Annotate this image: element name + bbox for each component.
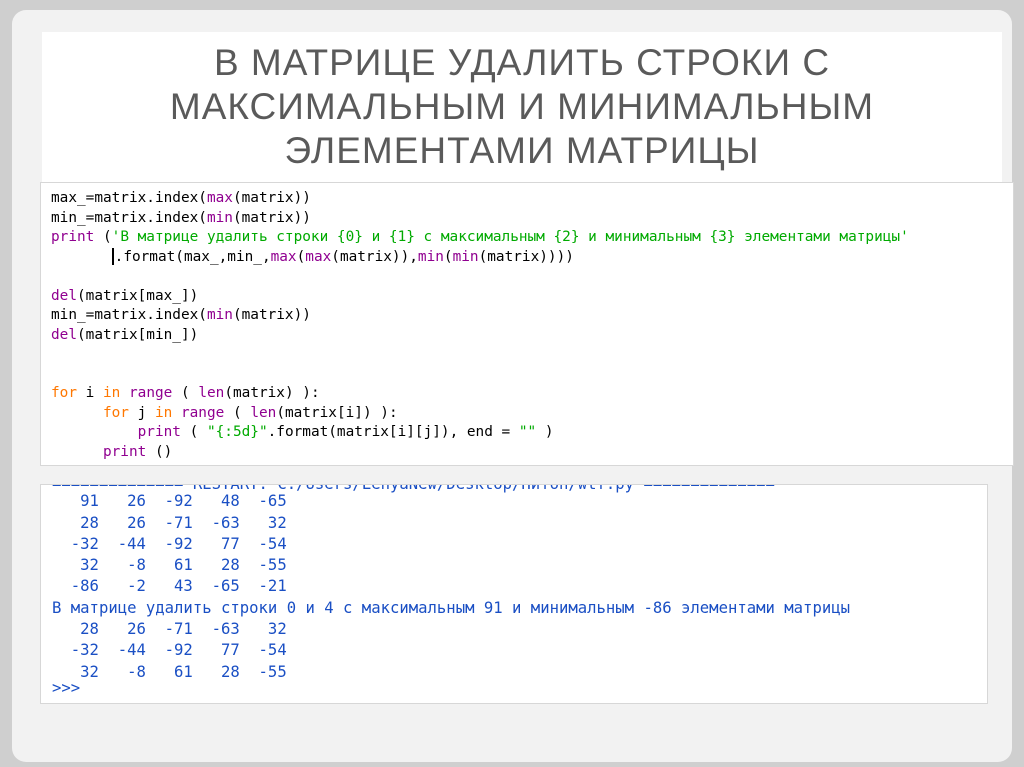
output-line: 28 26 -71 -63 32 [52, 513, 287, 532]
string-token: "{:5d}" [206, 424, 268, 440]
code-token: (matrix)) [232, 209, 311, 226]
builtin-token: min [452, 248, 479, 265]
code-line-11: for i in range ( len(matrix) ): [51, 384, 1013, 404]
text-cursor [111, 248, 114, 265]
code-token: ( [94, 229, 112, 245]
restart-banner: ============== RESTART: C:/Users/LenyaNe… [52, 484, 775, 493]
code-token: (matrix[min_]) [77, 326, 199, 343]
code-token: min_=matrix.index( [51, 209, 207, 226]
output-line: 28 26 -71 -63 32 [52, 620, 287, 639]
shell-prompt[interactable]: >>> [52, 678, 987, 699]
string-token: 'В матрице удалить строки {0} и {1} с ма… [111, 229, 909, 245]
shell-output[interactable]: ============== RESTART: C:/Users/LenyaNe… [40, 484, 988, 704]
code-token: (matrix)), [331, 248, 418, 265]
code-token: (matrix)))) [478, 248, 574, 265]
code-token: ( [296, 248, 306, 265]
keyword-token: in [103, 385, 121, 401]
code-token: max_=matrix.index( [51, 190, 207, 206]
code-line-1: max_=matrix.index(max(matrix)) [51, 189, 1013, 209]
builtin-token: max [206, 190, 233, 206]
code-token: ( [180, 424, 207, 440]
code-line-12: for j in range ( len(matrix[i]) ): [51, 404, 1013, 424]
builtin-token: max [305, 248, 332, 265]
code-token: ( [224, 404, 251, 421]
output-line: -32 -44 -92 77 -54 [52, 641, 287, 660]
code-line-6: del(matrix[max_]) [51, 287, 1013, 307]
code-token: ( [443, 248, 453, 265]
builtin-token: range [180, 404, 225, 421]
code-token: min_=matrix.index( [51, 307, 207, 323]
title-line-1: В МАТРИЦЕ УДАЛИТЬ СТРОКИ С [213, 42, 831, 83]
code-token: (matrix)) [232, 307, 311, 323]
builtin-token: min [206, 307, 233, 323]
slide: В МАТРИЦЕ УДАЛИТЬ СТРОКИ С МАКСИМАЛЬНЫМ … [12, 10, 1014, 762]
output-message: В матрице удалить строки 0 и 4 с максима… [52, 598, 850, 617]
slide-title: В МАТРИЦЕ УДАЛИТЬ СТРОКИ С МАКСИМАЛЬНЫМ … [42, 32, 1002, 182]
builtin-token: len [250, 404, 277, 421]
builtin-token: max [270, 248, 297, 265]
code-line-7: min_=matrix.index(min(matrix)) [51, 306, 1013, 326]
keyword-token: for [102, 404, 129, 421]
code-token: (matrix[i]) ): [276, 404, 398, 421]
code-token: ) [536, 424, 554, 440]
code-editor[interactable]: max_=matrix.index(max(matrix)) min_=matr… [40, 182, 1014, 466]
code-token: j [128, 404, 155, 421]
code-token: (matrix[max_]) [77, 287, 199, 304]
output-line: -86 -2 43 -65 -21 [52, 577, 287, 596]
code-token: i [77, 385, 103, 401]
keyword-token: in [154, 404, 173, 421]
title-line-2: МАКСИМАЛЬНЫМ И МИНИМАЛЬНЫМ [169, 86, 875, 127]
title-line-3: ЭЛЕМЕНТАМИ МАТРИЦЫ [284, 130, 760, 171]
output-line: 32 -8 61 28 -55 [52, 556, 287, 575]
string-token: "" [518, 424, 537, 440]
code-line-13: print ( "{:5d}".format(matrix[i][j]), en… [51, 423, 1013, 443]
keyword-token: print [102, 443, 147, 460]
keyword-token: del [51, 287, 77, 304]
code-token: .format(matrix[i][j]), end = [267, 424, 519, 440]
code-line-2: min_=matrix.index(min(matrix)) [51, 209, 1013, 229]
builtin-token: range [129, 385, 173, 401]
code-token: (matrix)) [232, 190, 311, 206]
code-line-8: del(matrix[min_]) [51, 326, 1013, 346]
builtin-token: min [417, 248, 444, 265]
code-token: () [146, 443, 173, 460]
code-token: .format(max_,min_, [114, 248, 271, 265]
code-line-4: .format(max_,min_,max(max(matrix)),min(m… [51, 248, 1013, 268]
keyword-token: for [51, 385, 77, 401]
builtin-token: len [198, 385, 225, 401]
code-line-14: print () [51, 443, 1013, 463]
code-token: (matrix) ): [224, 385, 320, 401]
builtin-token: min [206, 209, 233, 226]
keyword-token: del [51, 326, 77, 343]
code-line-3: print ('В матрице удалить строки {0} и {… [51, 228, 1013, 248]
code-token: ( [172, 385, 199, 401]
output-line: -32 -44 -92 77 -54 [52, 534, 287, 553]
keyword-token: print [51, 229, 95, 245]
keyword-token: print [137, 424, 181, 440]
